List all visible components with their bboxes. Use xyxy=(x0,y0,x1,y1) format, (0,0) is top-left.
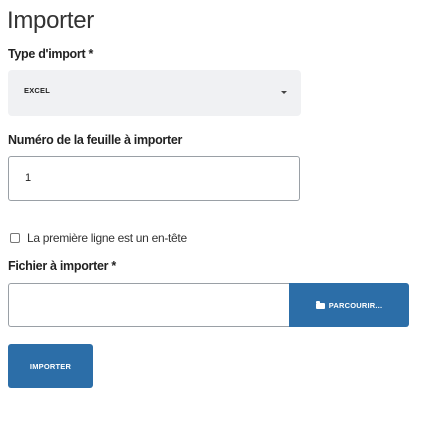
page-title: Importer xyxy=(7,7,94,34)
caret-down-icon xyxy=(281,91,287,94)
browse-button[interactable]: PARCOURIR... xyxy=(289,283,409,327)
import-type-select[interactable]: EXCEL xyxy=(8,70,301,116)
import-type-label: Type d'import * xyxy=(8,47,94,61)
import-button-label: IMPORTER xyxy=(29,361,72,371)
header-row-checkbox[interactable] xyxy=(10,233,20,243)
sheet-number-label: Numéro de la feuille à importer xyxy=(8,133,183,147)
sheet-number-value: 1 xyxy=(25,172,32,184)
header-row-label[interactable]: La première ligne est un en-tête xyxy=(27,231,187,245)
file-path-input[interactable] xyxy=(8,283,289,327)
import-button[interactable]: IMPORTER xyxy=(8,344,93,388)
import-type-selected-value: EXCEL xyxy=(24,86,51,95)
browse-button-label: PARCOURIR... xyxy=(328,300,383,310)
header-row-option: La première ligne est un en-tête xyxy=(10,230,187,246)
sheet-number-input[interactable]: 1 xyxy=(8,156,300,201)
folder-open-icon xyxy=(315,300,325,309)
file-label: Fichier à importer * xyxy=(8,259,116,273)
